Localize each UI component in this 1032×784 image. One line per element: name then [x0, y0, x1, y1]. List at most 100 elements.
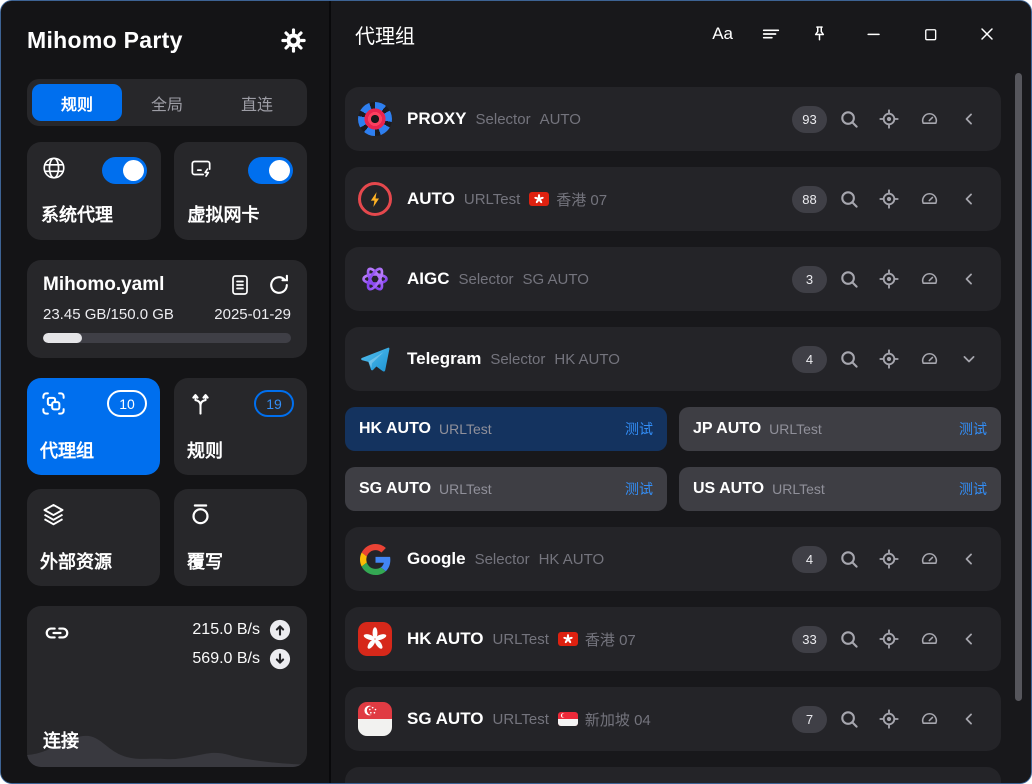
search-icon[interactable]: [831, 261, 867, 297]
refresh-icon[interactable]: [267, 273, 291, 297]
speedtest-icon[interactable]: [911, 101, 947, 137]
speedtest-icon[interactable]: [911, 621, 947, 657]
app-window: Mihomo Party: [0, 0, 1032, 784]
tab-rule-mode[interactable]: 规则: [32, 84, 122, 121]
tab-direct-mode[interactable]: 直连: [212, 84, 302, 121]
arrow-down-circle-icon: [269, 648, 291, 670]
system-proxy-card[interactable]: 系统代理: [27, 142, 161, 240]
profile-update-date: 2025-01-29: [214, 306, 291, 323]
node-count-badge: 3: [792, 266, 827, 293]
speedtest-icon[interactable]: [911, 701, 947, 737]
search-icon[interactable]: [831, 101, 867, 137]
auto-bolt-icon: [357, 181, 393, 217]
locate-icon[interactable]: [871, 541, 907, 577]
connections-card[interactable]: 215.0 B/s 569.0 B/s 连: [27, 606, 307, 767]
rules-count-badge: 19: [254, 390, 294, 417]
aigc-openai-icon: [357, 261, 393, 297]
sidebar-header: Mihomo Party: [27, 17, 307, 63]
proxy-group-row-auto[interactable]: AUTO URLTest 香港 07 88: [345, 167, 1001, 231]
close-icon[interactable]: [977, 24, 997, 44]
hk-flag-icon: [558, 632, 578, 646]
vertical-scrollbar[interactable]: [1015, 73, 1022, 701]
override-icon: [187, 501, 214, 533]
document-icon[interactable]: [228, 273, 252, 297]
locate-icon[interactable]: [871, 101, 907, 137]
search-icon[interactable]: [831, 701, 867, 737]
chevron-down-icon[interactable]: [951, 341, 987, 377]
locate-icon[interactable]: [871, 701, 907, 737]
telegram-icon: [357, 341, 393, 377]
locate-icon[interactable]: [871, 341, 907, 377]
node-count-badge: 93: [792, 106, 827, 133]
chevron-left-icon[interactable]: [951, 101, 987, 137]
pin-icon[interactable]: [809, 24, 830, 45]
proxy-group-row-partial[interactable]: [345, 767, 1001, 783]
chevron-left-icon[interactable]: [951, 181, 987, 217]
proxy-group-list: PROXY Selector AUTO 93 AUTO URLTest: [331, 67, 1031, 783]
locate-icon[interactable]: [871, 261, 907, 297]
app-title: Mihomo Party: [27, 27, 183, 54]
delay-test-button[interactable]: 测试: [959, 479, 987, 499]
proxy-groups-count-badge: 10: [107, 390, 147, 417]
proxy-group-row-aigc[interactable]: AIGC Selector SG AUTO 3: [345, 247, 1001, 311]
proxy-node-chip-jp-auto[interactable]: JP AUTO URLTest 测试: [679, 407, 1001, 451]
chevron-left-icon[interactable]: [951, 261, 987, 297]
sidebar-item-external-resources[interactable]: 外部资源: [27, 489, 160, 586]
rules-fork-icon: [187, 390, 214, 422]
system-proxy-toggle[interactable]: [102, 157, 147, 184]
hk-flag-icon: [357, 621, 393, 657]
locate-icon[interactable]: [871, 181, 907, 217]
chevron-left-icon[interactable]: [951, 621, 987, 657]
outbound-mode-tabs: 规则 全局 直连: [27, 79, 307, 126]
delay-test-button[interactable]: 测试: [959, 419, 987, 439]
profile-traffic-usage: 23.45 GB/150.0 GB: [43, 306, 174, 323]
layers-icon: [40, 501, 67, 533]
delay-test-button[interactable]: 测试: [625, 419, 653, 439]
search-icon[interactable]: [831, 341, 867, 377]
speedtest-icon[interactable]: [911, 181, 947, 217]
speedtest-icon[interactable]: [911, 341, 947, 377]
sidebar-item-proxy-groups[interactable]: 10 代理组: [27, 378, 160, 475]
proxy-node-chip-hk-auto[interactable]: HK AUTO URLTest 测试: [345, 407, 667, 451]
page-title: 代理组: [355, 20, 712, 49]
proxy-group-row-hk-auto[interactable]: HK AUTO URLTest 香港 07 33: [345, 607, 1001, 671]
settings-gear-icon[interactable]: [280, 27, 307, 54]
node-count-badge: 4: [792, 346, 827, 373]
proxy-node-chip-us-auto[interactable]: US AUTO URLTest 测试: [679, 467, 1001, 511]
proxy-group-row-google[interactable]: Google Selector HK AUTO 4: [345, 527, 1001, 591]
upload-speed: 215.0 B/s: [192, 621, 260, 639]
delay-test-button[interactable]: 测试: [625, 479, 653, 499]
locate-icon[interactable]: [871, 621, 907, 657]
search-icon[interactable]: [831, 541, 867, 577]
chevron-left-icon[interactable]: [951, 541, 987, 577]
search-icon[interactable]: [831, 181, 867, 217]
proxy-group-row-sg-auto[interactable]: SG AUTO URLTest 新加坡 04 7: [345, 687, 1001, 751]
proxy-groups-icon: [40, 390, 67, 422]
sg-flag-icon: [558, 712, 578, 726]
tab-global-mode[interactable]: 全局: [122, 84, 212, 121]
proxy-group-row-proxy[interactable]: PROXY Selector AUTO 93: [345, 87, 1001, 151]
tun-label: 虚拟网卡: [188, 201, 294, 227]
traffic-progress-fill: [43, 333, 82, 343]
chevron-left-icon[interactable]: [951, 701, 987, 737]
node-count-badge: 4: [792, 546, 827, 573]
profile-card[interactable]: Mihomo.yaml 23.45 GB/150.0 GB: [27, 260, 307, 358]
search-icon[interactable]: [831, 621, 867, 657]
text-size-icon[interactable]: Aa: [712, 24, 733, 44]
maximize-icon[interactable]: [921, 25, 940, 44]
node-count-badge: 7: [792, 706, 827, 733]
hk-flag-icon: [529, 192, 549, 206]
speedtest-icon[interactable]: [911, 261, 947, 297]
sort-lines-icon[interactable]: [760, 23, 782, 45]
proxy-group-row-telegram[interactable]: Telegram Selector HK AUTO 4: [345, 327, 1001, 391]
sidebar: Mihomo Party: [1, 1, 331, 783]
sidebar-item-override[interactable]: 覆写: [174, 489, 307, 586]
minimize-icon[interactable]: [864, 24, 884, 44]
speedtest-icon[interactable]: [911, 541, 947, 577]
tun-adapter-icon: [188, 155, 214, 186]
tun-card[interactable]: 虚拟网卡: [174, 142, 308, 240]
proxy-logo-icon: [357, 101, 393, 137]
sidebar-item-rules[interactable]: 19 规则: [174, 378, 307, 475]
tun-toggle[interactable]: [248, 157, 293, 184]
proxy-node-chip-sg-auto[interactable]: SG AUTO URLTest 测试: [345, 467, 667, 511]
